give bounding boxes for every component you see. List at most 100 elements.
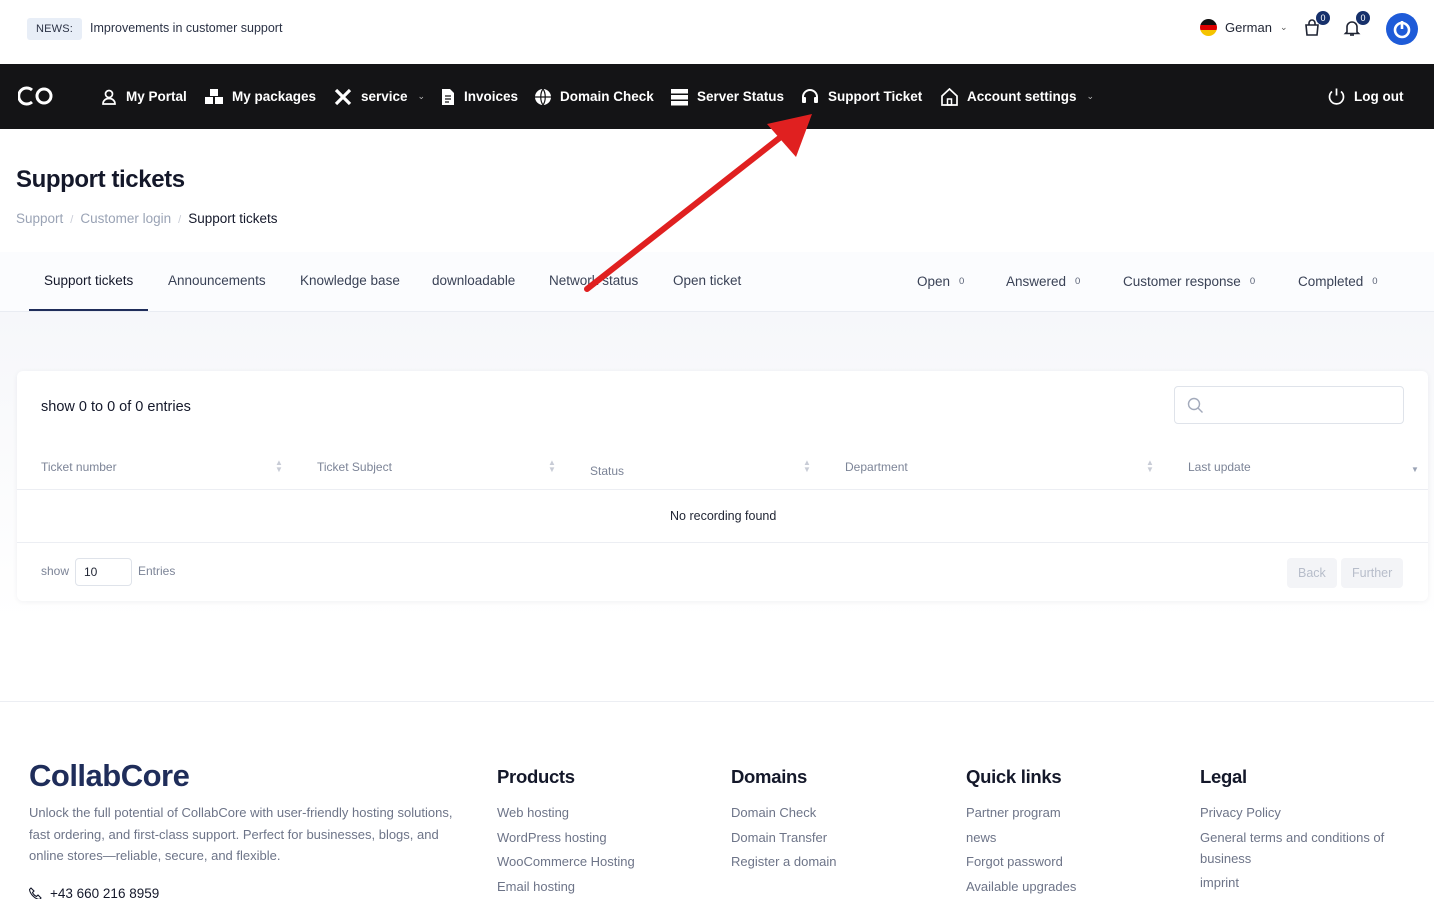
divider (17, 542, 1428, 543)
notifications-button[interactable]: 0 (1342, 11, 1370, 38)
page-title: Support tickets (16, 166, 185, 193)
footer-column-quick-links: Quick links Partner program news Forgot … (966, 766, 1076, 899)
nav-label: Account settings (967, 89, 1077, 104)
entries-info: show 0 to 0 of 0 entries (41, 399, 191, 415)
stat-customer-response[interactable]: Customer response 0 (1123, 252, 1255, 311)
footer-link[interactable]: Partner program (966, 802, 1076, 823)
column-header-status[interactable]: Status (590, 464, 624, 478)
footer-link[interactable]: Register a domain (731, 851, 837, 872)
nav-label: My Portal (126, 89, 187, 104)
news-badge: NEWS: (27, 18, 83, 40)
footer-link[interactable]: news (966, 827, 1076, 848)
tab-network-status[interactable]: Network status (549, 252, 638, 311)
nav-item-service[interactable]: service ⌄ (333, 64, 425, 129)
footer-link[interactable]: imprint (1200, 872, 1410, 893)
show-label: show (41, 564, 70, 578)
search-icon (1187, 397, 1203, 413)
footer-divider (0, 701, 1434, 702)
footer-phone[interactable]: +43 660 216 8959 (29, 886, 159, 899)
tab-knowledge-base[interactable]: Knowledge base (300, 252, 400, 311)
footer-link[interactable]: Web hosting (497, 802, 635, 823)
chevron-down-icon: ⌄ (1279, 22, 1288, 32)
news-link[interactable]: Improvements in customer support (90, 21, 282, 35)
sort-icon[interactable]: ▲ ▼ (275, 459, 283, 474)
power-icon (1328, 88, 1345, 105)
breadcrumb-support[interactable]: Support (16, 211, 63, 229)
nav-item-support-ticket[interactable]: Support Ticket (800, 64, 922, 129)
user-icon (102, 89, 116, 105)
sort-desc-icon[interactable]: ▼ (1411, 466, 1419, 474)
stat-count: 0 (1075, 276, 1081, 287)
server-icon (671, 88, 688, 105)
nav-item-server-status[interactable]: Server Status (670, 64, 784, 129)
footer-link[interactable]: General terms and conditions of business (1200, 827, 1410, 869)
nav-item-invoices[interactable]: Invoices (440, 64, 518, 129)
footer-column-title: Domains (731, 766, 808, 787)
empty-table-message: No recording found (670, 509, 777, 523)
sort-icon[interactable]: ▲ ▼ (548, 459, 556, 474)
breadcrumb: Support / Customer login / Support ticke… (16, 211, 278, 229)
nav-item-domain-check[interactable]: Domain Check (534, 64, 654, 129)
language-selector[interactable]: German ⌄ (1200, 19, 1288, 36)
tab-support-tickets[interactable]: Support tickets (29, 252, 149, 311)
footer-link[interactable]: Domain Transfer (731, 827, 837, 848)
column-header-ticket-number[interactable]: Ticket number (41, 460, 117, 474)
document-icon (442, 88, 454, 105)
sort-icon[interactable]: ▲ ▼ (1146, 459, 1154, 474)
footer-link[interactable]: Email hosting (497, 876, 635, 897)
footer-link[interactable]: Available upgrades (966, 876, 1076, 897)
language-label: German (1225, 20, 1272, 35)
tickets-table-card: show 0 to 0 of 0 entries Ticket number ▲… (17, 371, 1428, 601)
footer-column-domains: Domains Domain Check Domain Transfer Reg… (731, 766, 837, 876)
tab-announcements[interactable]: Announcements (168, 252, 266, 311)
stat-count: 0 (1249, 276, 1256, 287)
tools-icon (334, 88, 352, 105)
stat-label: Customer response (1123, 274, 1241, 289)
nav-label: Domain Check (560, 89, 654, 104)
tab-downloadable[interactable]: downloadable (432, 252, 515, 311)
stat-open[interactable]: Open 0 (917, 252, 964, 311)
cart-button[interactable]: 0 (1302, 11, 1330, 38)
search-input[interactable] (1174, 386, 1404, 424)
globe-icon (535, 88, 551, 105)
brand-logo-icon[interactable] (18, 85, 56, 107)
cart-count-badge: 0 (1316, 11, 1330, 25)
boxes-icon (205, 88, 223, 104)
logout-label: Log out (1354, 89, 1404, 104)
sort-icon[interactable]: ▲ ▼ (803, 459, 811, 474)
footer-link[interactable]: WordPress hosting (497, 827, 635, 848)
footer-column-products: Products Web hosting WordPress hosting W… (497, 766, 635, 899)
stat-label: Answered (1006, 274, 1067, 289)
entries-per-page-select[interactable]: 10 (75, 558, 132, 586)
tab-open-ticket[interactable]: Open ticket (673, 252, 741, 311)
nav-item-account-settings[interactable]: Account settings ⌄ (940, 64, 1094, 129)
footer-link[interactable]: Forgot password (966, 851, 1076, 872)
footer-link[interactable]: Domain Check (731, 802, 837, 823)
column-header-last-update[interactable]: Last update (1188, 460, 1251, 474)
back-button[interactable]: Back (1287, 558, 1337, 588)
nav-item-my-portal[interactable]: My Portal (100, 64, 187, 129)
nav-label: My packages (232, 89, 317, 104)
footer-link[interactable]: Privacy Policy (1200, 802, 1410, 823)
column-header-department[interactable]: Department (845, 460, 908, 474)
stat-completed[interactable]: Completed 0 (1298, 252, 1378, 311)
user-avatar[interactable] (1386, 13, 1418, 45)
main-navigation: My Portal My packages service ⌄ Invoices… (0, 64, 1434, 129)
breadcrumb-separator: / (178, 214, 182, 226)
column-header-ticket-subject[interactable]: Ticket Subject (317, 460, 392, 474)
logout-button[interactable]: Log out (1327, 64, 1403, 129)
headset-icon (802, 88, 818, 103)
footer-column-title: Quick links (966, 766, 1062, 787)
further-button[interactable]: Further (1341, 558, 1404, 588)
stat-label: Completed (1298, 274, 1364, 289)
stat-answered[interactable]: Answered 0 (1006, 252, 1080, 311)
breadcrumb-customer-login[interactable]: Customer login (80, 211, 171, 229)
power-avatar-icon (1393, 21, 1411, 39)
nav-item-my-packages[interactable]: My packages (204, 64, 316, 129)
nav-label: Support Ticket (828, 89, 923, 104)
german-flag-icon (1200, 19, 1217, 36)
footer-column-title: Legal (1200, 766, 1247, 787)
footer-description: Unlock the full potential of CollabCore … (29, 805, 453, 863)
footer-link[interactable]: WooCommerce Hosting (497, 851, 635, 872)
footer-brand-logo[interactable]: CollabCore (29, 758, 190, 794)
